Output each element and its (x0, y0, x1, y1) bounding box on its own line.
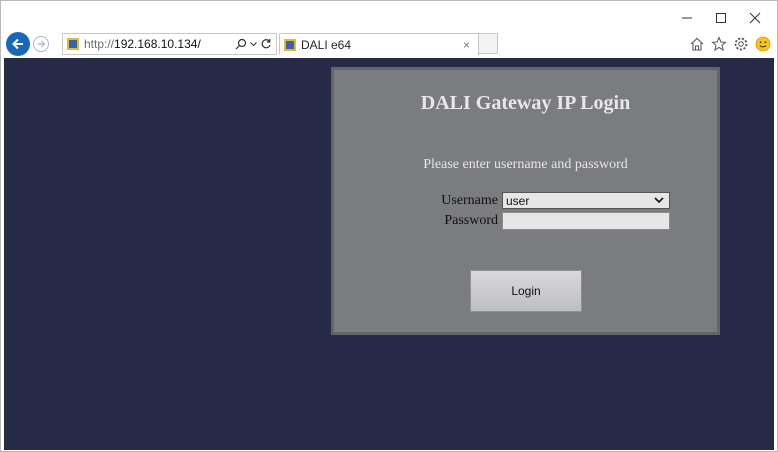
chevron-down-icon (654, 197, 664, 204)
password-field[interactable] (502, 212, 670, 230)
login-title: DALI Gateway IP Login (420, 92, 631, 114)
tab-dali-e64[interactable]: DALI e64 × (279, 33, 479, 55)
navigation-toolbar: http://192.168.10.134/ DALI e64 × (0, 32, 778, 58)
home-icon[interactable] (688, 35, 706, 53)
username-label: Username (441, 193, 498, 208)
close-icon (749, 12, 761, 24)
gear-icon[interactable] (732, 35, 750, 53)
url-host: 192.168.10.134/ (114, 37, 201, 51)
maximize-icon (716, 13, 726, 23)
refresh-icon[interactable] (260, 38, 272, 50)
minimize-button[interactable] (670, 7, 704, 29)
forward-button[interactable] (33, 36, 49, 52)
star-icon[interactable] (710, 35, 728, 53)
maximize-button[interactable] (704, 7, 738, 29)
browser-right-icons (688, 35, 772, 53)
page-viewport: DALI Gateway IP Login Please enter usern… (4, 58, 774, 450)
address-bar[interactable]: http://192.168.10.134/ (62, 33, 277, 55)
login-prompt: Please enter username and password (423, 157, 628, 172)
username-select[interactable]: user (502, 192, 670, 209)
minimize-icon (682, 17, 692, 19)
tab-favicon-icon (284, 38, 296, 51)
login-button[interactable]: Login (470, 270, 582, 312)
back-button[interactable] (6, 32, 30, 56)
password-label: Password (444, 213, 498, 228)
dropdown-arrow-icon[interactable] (250, 41, 257, 47)
arrow-right-icon (37, 40, 46, 48)
url-protocol: http:// (84, 37, 115, 51)
arrow-left-icon (12, 38, 23, 50)
site-favicon-icon (67, 38, 79, 50)
password-row: Password (334, 212, 717, 230)
new-tab-button[interactable] (479, 33, 498, 54)
username-row: Username user (334, 192, 717, 210)
search-icon[interactable] (235, 38, 247, 50)
tab-close-icon[interactable]: × (463, 38, 470, 52)
browser-chrome: http://192.168.10.134/ DALI e64 × (0, 0, 778, 58)
smiley-icon[interactable] (754, 35, 772, 53)
login-panel: DALI Gateway IP Login Please enter usern… (331, 67, 720, 335)
close-window-button[interactable] (738, 7, 772, 29)
window-controls (670, 7, 772, 29)
username-value: user (506, 193, 530, 208)
tab-title: DALI e64 (301, 37, 352, 52)
address-tools (235, 38, 272, 50)
